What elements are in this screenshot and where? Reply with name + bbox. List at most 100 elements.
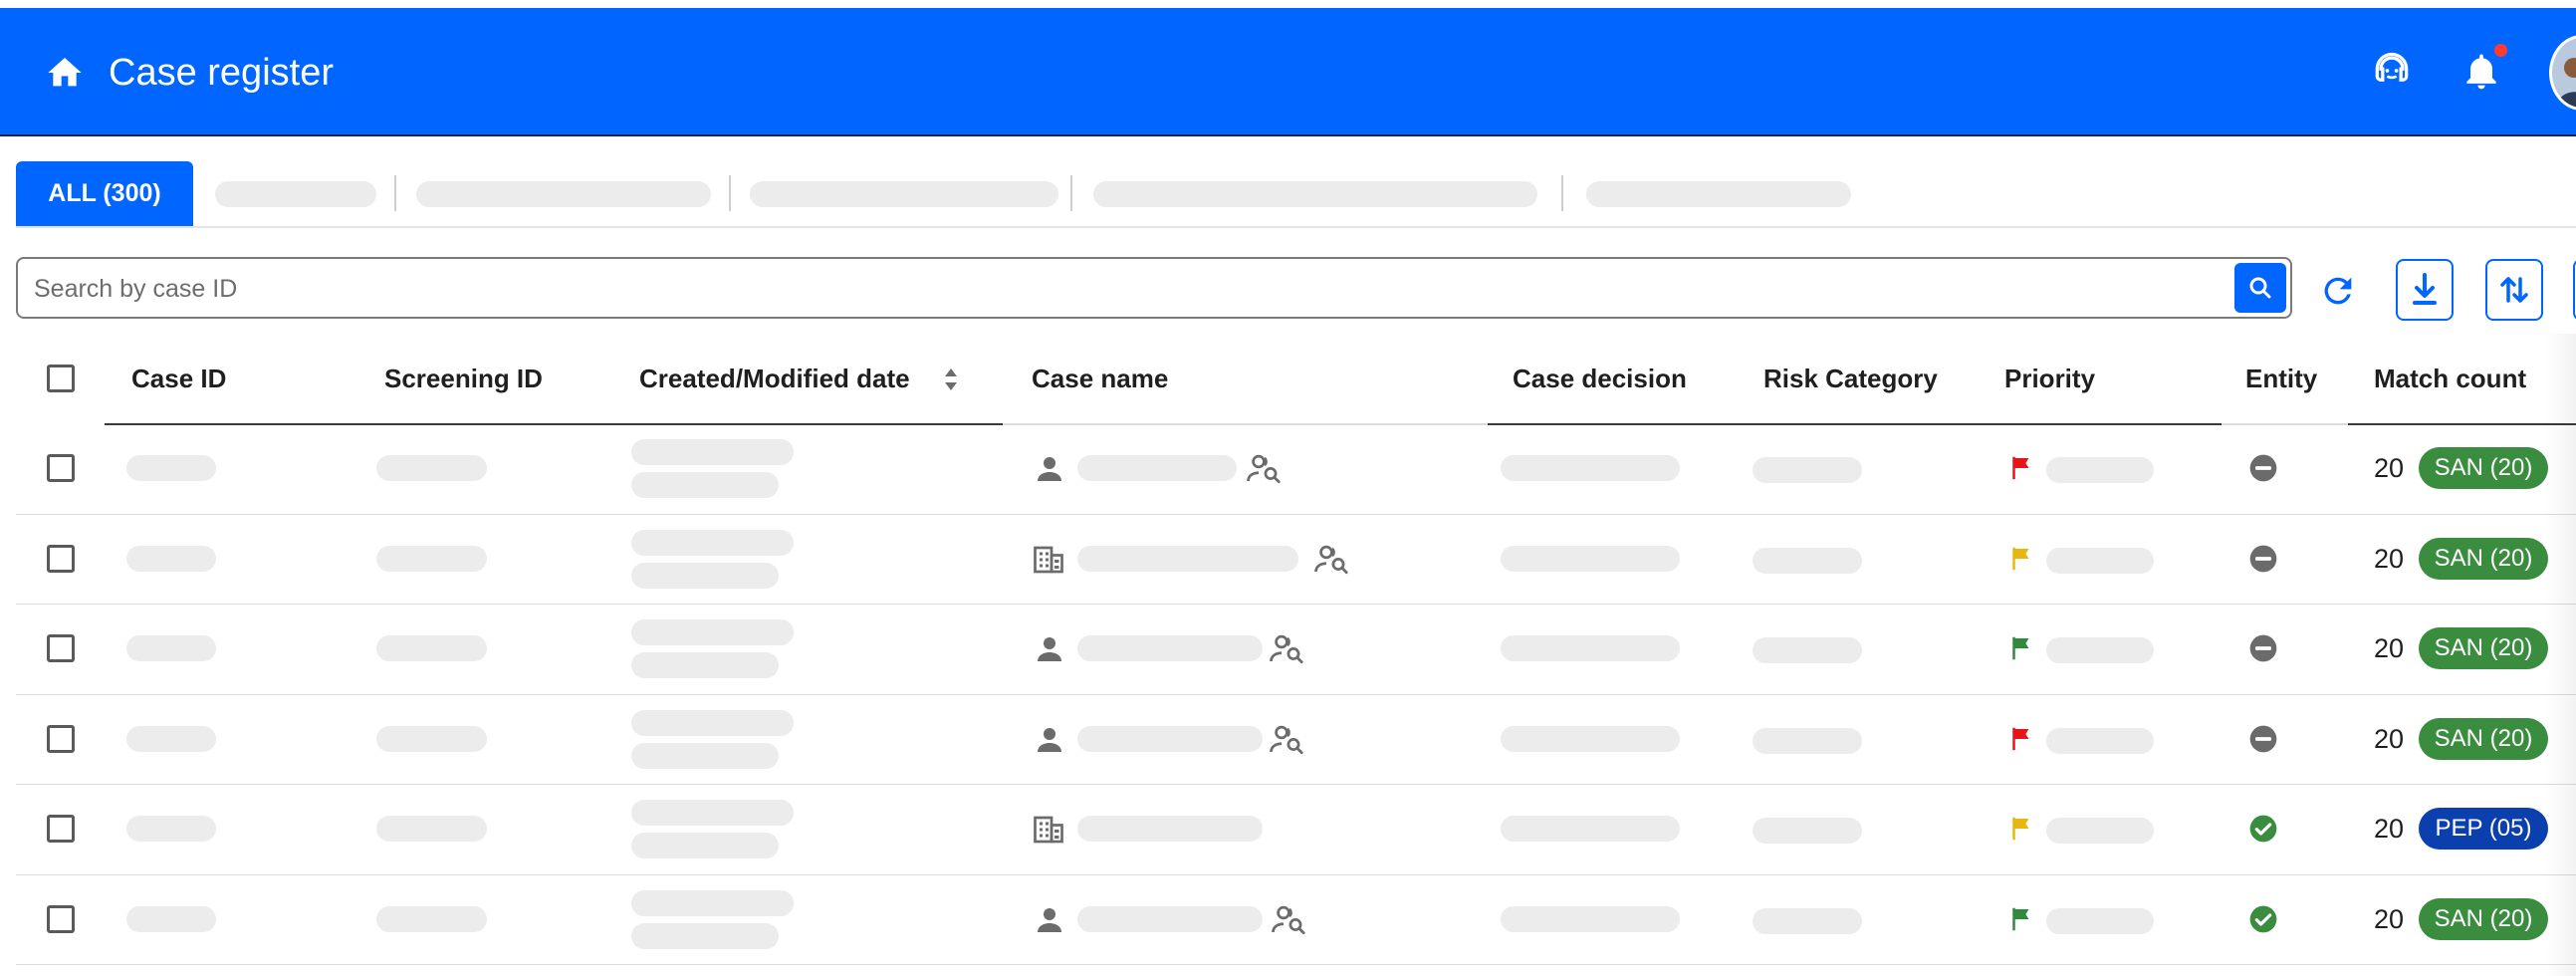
person-icon — [1038, 457, 1061, 481]
column-header-case-decision[interactable]: Case decision — [1513, 359, 1687, 398]
case-id-placeholder — [126, 455, 216, 481]
building-icon — [1034, 816, 1063, 844]
risk-category-placeholder — [1753, 637, 1862, 663]
notification-dot — [2494, 44, 2507, 57]
row-checkbox[interactable] — [47, 544, 75, 573]
priority-flag-icon — [2012, 727, 2029, 750]
match-chip[interactable]: PEP (05) — [2419, 808, 2548, 850]
support-agent-icon[interactable] — [2370, 49, 2414, 93]
priority-placeholder — [2046, 907, 2154, 934]
row-checkbox[interactable] — [47, 815, 75, 843]
person-search-icon[interactable] — [1268, 631, 1307, 667]
blocked-icon — [2249, 454, 2277, 482]
tabs-baseline — [16, 226, 2576, 228]
risk-category-placeholder — [1753, 547, 1862, 574]
priority-flag-icon — [2012, 456, 2029, 480]
person-search-icon[interactable] — [1312, 542, 1352, 578]
screening-id-placeholder — [376, 545, 487, 572]
priority-flag-icon — [2012, 907, 2029, 930]
priority-flag-icon — [2012, 547, 2029, 570]
search-button[interactable] — [2234, 263, 2286, 313]
tab-placeholder[interactable] — [1093, 181, 1537, 207]
match-count-value: 20 — [2374, 633, 2405, 663]
risk-category-placeholder — [1753, 727, 1862, 754]
person-icon — [1038, 907, 1061, 932]
person-icon — [1038, 637, 1061, 661]
tab-placeholder[interactable] — [750, 181, 1058, 207]
match-chip[interactable]: SAN (20) — [2419, 627, 2548, 669]
match-chip[interactable]: SAN (20) — [2419, 717, 2548, 760]
app-header — [0, 8, 2576, 136]
screening-id-placeholder — [376, 816, 487, 842]
row-checkbox[interactable] — [47, 634, 75, 662]
match-chip[interactable]: SAN (20) — [2419, 447, 2548, 489]
column-header-created-modified-date[interactable]: Created/Modified date — [639, 359, 910, 398]
tab-placeholder[interactable] — [215, 181, 376, 207]
tab-divider — [1070, 175, 1072, 211]
case-decision-placeholder — [1501, 635, 1680, 661]
row-checkbox[interactable] — [47, 724, 75, 753]
case-name-placeholder — [1077, 905, 1263, 932]
match-chip[interactable]: SAN (20) — [2419, 537, 2548, 580]
sort-icon — [2500, 277, 2528, 303]
modified-date-placeholder — [631, 472, 779, 498]
column-header-case-id[interactable]: Case ID — [131, 359, 226, 398]
match-count-value: 20 — [2374, 723, 2405, 754]
match-chip[interactable]: SAN (20) — [2419, 897, 2548, 940]
tab-divider — [394, 175, 396, 211]
modified-date-placeholder — [631, 833, 779, 858]
person-search-icon[interactable] — [1270, 902, 1309, 938]
column-header-match-count[interactable]: Match count — [2374, 359, 2526, 398]
screening-id-placeholder — [376, 635, 487, 661]
case-name-placeholder — [1077, 635, 1263, 661]
column-header-risk-category[interactable]: Risk Category — [1763, 359, 1938, 398]
match-count-value: 20 — [2374, 543, 2405, 574]
priority-placeholder — [2046, 547, 2154, 574]
column-header-case-name[interactable]: Case name — [1032, 359, 1168, 398]
row-checkbox[interactable] — [47, 454, 75, 482]
person-icon — [1038, 727, 1061, 752]
case-name-placeholder — [1077, 545, 1298, 572]
screening-id-placeholder — [376, 905, 487, 932]
refresh-icon[interactable] — [2318, 271, 2358, 311]
priority-flag-icon — [2012, 636, 2029, 660]
person-search-icon[interactable] — [1268, 722, 1307, 758]
person-search-icon[interactable] — [1245, 451, 1285, 487]
blocked-icon — [2249, 725, 2277, 752]
download-button[interactable] — [2396, 259, 2454, 321]
tab-placeholder[interactable] — [416, 181, 711, 207]
building-icon — [1034, 546, 1063, 573]
case-decision-placeholder — [1501, 725, 1680, 752]
column-header-priority[interactable]: Priority — [2004, 359, 2095, 398]
modified-date-placeholder — [631, 652, 779, 678]
priority-flag-icon — [2012, 817, 2029, 841]
created-date-placeholder — [631, 619, 794, 645]
select-all-checkbox[interactable] — [47, 365, 75, 392]
priority-placeholder — [2046, 457, 2154, 483]
check-circle-icon — [2249, 815, 2277, 843]
match-count-value: 20 — [2374, 453, 2405, 483]
search-input[interactable] — [32, 259, 2217, 319]
created-date-placeholder — [631, 889, 794, 916]
case-name-placeholder — [1077, 455, 1237, 481]
column-header-entity[interactable]: Entity — [2245, 359, 2317, 398]
sort-button[interactable] — [2485, 259, 2543, 321]
home-icon[interactable] — [45, 53, 85, 93]
case-decision-placeholder — [1501, 905, 1680, 932]
case-id-placeholder — [126, 905, 216, 932]
tab-divider — [729, 175, 731, 211]
screening-id-placeholder — [376, 455, 487, 481]
page-title: Case register — [109, 52, 334, 94]
case-id-placeholder — [126, 635, 216, 661]
case-id-placeholder — [126, 545, 216, 572]
risk-category-placeholder — [1753, 818, 1862, 844]
sort-toggle-icon[interactable] — [940, 365, 962, 394]
priority-placeholder — [2046, 818, 2154, 844]
search-box — [16, 257, 2292, 319]
tab-placeholder[interactable] — [1586, 181, 1851, 207]
case-decision-placeholder — [1501, 816, 1680, 842]
modified-date-placeholder — [631, 562, 779, 589]
column-header-screening-id[interactable]: Screening ID — [384, 359, 543, 398]
row-checkbox[interactable] — [47, 904, 75, 933]
tab-all[interactable]: ALL (300) — [16, 161, 193, 226]
